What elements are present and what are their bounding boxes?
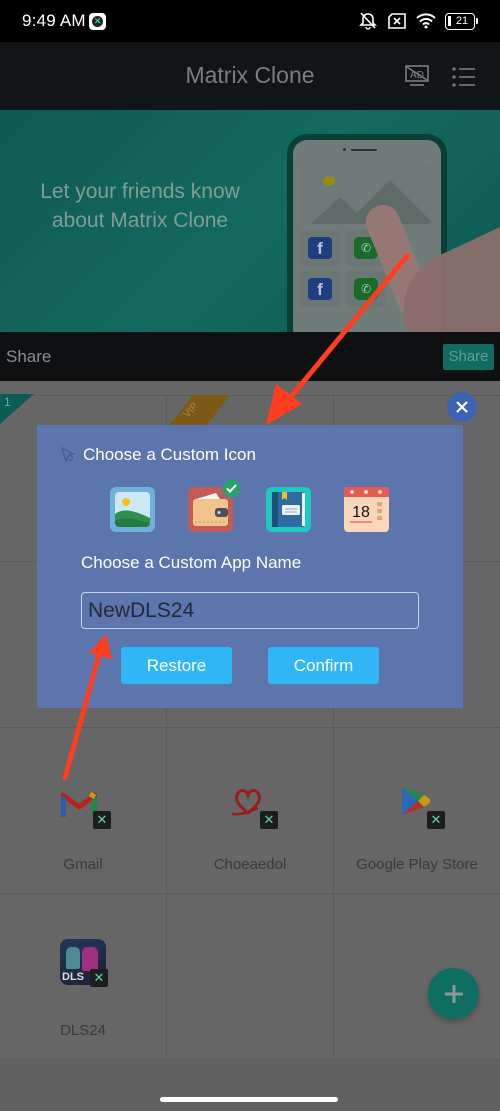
confirm-button[interactable]: Confirm <box>268 647 379 684</box>
dialog-close-button[interactable] <box>447 392 477 422</box>
play-store-icon: ✕ <box>395 785 445 829</box>
icon-option-calendar[interactable]: 18 <box>344 487 389 532</box>
facebook-icon: f <box>308 278 332 300</box>
svg-text:AD: AD <box>410 70 424 81</box>
restore-button[interactable]: Restore <box>121 647 232 684</box>
icon-section-title: Choose a Custom Icon <box>83 445 256 464</box>
app-cell-gmail[interactable]: ✕ Gmail <box>0 728 166 894</box>
app-name-input[interactable] <box>81 592 419 629</box>
dls24-icon: DLS ✕ <box>60 939 108 987</box>
no-sim-icon <box>388 13 406 29</box>
menu-list-icon <box>452 67 475 87</box>
app-cell-choeaedol[interactable]: ✕ Choeaedol <box>167 728 333 894</box>
share-label: Share <box>6 347 52 366</box>
app-notification-icon: ✕ <box>89 13 106 30</box>
grid-divider <box>0 395 500 396</box>
remove-ads-button[interactable]: AD <box>402 62 432 92</box>
icon-option-notebook[interactable] <box>266 487 311 532</box>
selected-check-icon <box>222 479 241 498</box>
custom-icon-dialog: Choose a Custom Icon 18 Choose a Custom … <box>37 425 463 708</box>
battery-icon: 21 <box>445 12 478 30</box>
app-cell-dls24[interactable]: DLS ✕ DLS24 <box>0 894 166 1060</box>
share-button[interactable]: Share <box>443 344 494 370</box>
facebook-icon: f <box>308 237 332 259</box>
whatsapp-icon: ✆ <box>354 278 378 300</box>
app-label: Google Play Store <box>356 856 478 873</box>
icon-choices: 18 <box>110 479 389 532</box>
close-icon <box>456 401 468 413</box>
status-icons: 21 <box>358 12 478 30</box>
clone-badge-icon: ✕ <box>90 969 108 987</box>
pointer-icon <box>60 446 75 464</box>
status-time: 9:49 AM <box>22 11 86 30</box>
calendar-icon: 18 <box>344 487 389 532</box>
clone-badge-icon: ✕ <box>93 811 111 829</box>
icon-option-gallery[interactable] <box>110 487 155 532</box>
gallery-icon <box>110 487 155 532</box>
clone-badge-icon: ✕ <box>427 811 445 829</box>
name-section-title: Choose a Custom App Name <box>81 553 302 572</box>
wifi-icon <box>416 13 436 29</box>
notebook-icon <box>266 487 311 532</box>
choeaedol-icon: ✕ <box>228 785 278 829</box>
calendar-day: 18 <box>352 504 370 521</box>
app-label: Gmail <box>63 856 103 873</box>
app-label: DLS24 <box>60 1022 106 1039</box>
add-app-button[interactable] <box>428 968 479 1019</box>
app-label: Choeaedol <box>213 856 287 873</box>
home-indicator[interactable] <box>160 1097 338 1102</box>
clone-badge-icon: ✕ <box>260 811 278 829</box>
icon-option-wallet[interactable] <box>188 479 241 532</box>
slot-number: 1 <box>4 395 11 409</box>
bottom-area <box>0 1058 500 1111</box>
icon-section-header: Choose a Custom Icon <box>59 445 256 465</box>
share-bar: Share Share <box>0 332 500 381</box>
mute-icon <box>359 12 377 30</box>
banner-text: Let your friends know about Matrix Clone <box>40 180 240 232</box>
share-banner[interactable]: Let your friends know about Matrix Clone… <box>0 110 500 332</box>
status-bar: 9:49 AM ✕ 21 <box>0 0 500 42</box>
menu-button[interactable] <box>449 62 479 92</box>
app-header: Matrix Clone AD <box>0 42 500 110</box>
plus-icon <box>444 984 463 1003</box>
app-cell-play-store[interactable]: ✕ Google Play Store <box>334 728 500 894</box>
remove-ads-icon: AD <box>405 65 429 86</box>
gmail-icon: ✕ <box>61 785 111 829</box>
